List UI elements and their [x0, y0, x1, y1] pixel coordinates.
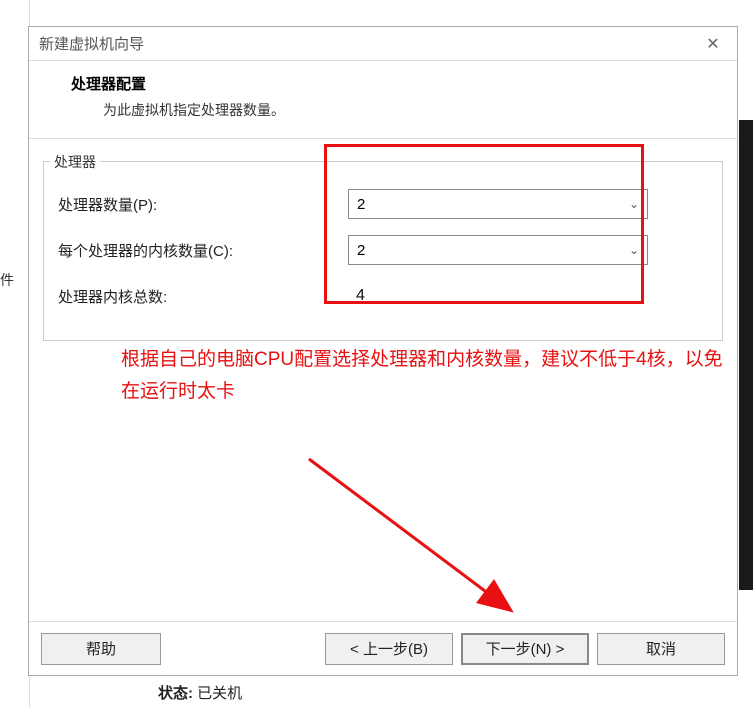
close-icon[interactable]: ✕ [699, 34, 727, 54]
window-title: 新建虚拟机向导 [39, 33, 144, 54]
status-line: 状态: 已关机 [158, 682, 242, 703]
label-total-cores: 处理器内核总数: [58, 286, 348, 307]
background-left-panel: 件 [0, 0, 30, 707]
annotation-arrow-icon [299, 449, 539, 629]
annotation-text: 根据自己的电脑CPU配置选择处理器和内核数量，建议不低于4核，以免在运行时太卡 [121, 344, 737, 409]
titlebar: 新建虚拟机向导 ✕ [29, 27, 737, 61]
row-total-cores: 处理器内核总数: 4 [58, 276, 708, 316]
combo-processor-count-value: 2 [357, 196, 365, 213]
combo-cores-per-processor[interactable]: 2 ⌄ [348, 235, 648, 265]
value-total-cores: 4 [348, 287, 365, 305]
chevron-down-icon: ⌄ [629, 197, 639, 211]
header-subtitle: 为此虚拟机指定处理器数量。 [71, 100, 723, 120]
next-button[interactable]: 下一步(N) > [461, 633, 589, 665]
status-label: 状态: [158, 685, 193, 702]
processor-fieldset: 处理器 处理器数量(P): 2 ⌄ 每个处理器的内核数量(C): 2 ⌄ 处理器… [43, 161, 723, 341]
bg-left-fragment: 件 [0, 270, 14, 290]
label-processor-count: 处理器数量(P): [58, 194, 348, 215]
label-cores-per-processor: 每个处理器的内核数量(C): [58, 240, 348, 261]
header-area: 处理器配置 为此虚拟机指定处理器数量。 [29, 61, 737, 139]
combo-processor-count[interactable]: 2 ⌄ [348, 189, 648, 219]
footer-button-bar: 帮助 < 上一步(B) 下一步(N) > 取消 [29, 621, 737, 675]
help-button[interactable]: 帮助 [41, 633, 161, 665]
wizard-dialog: 新建虚拟机向导 ✕ 处理器配置 为此虚拟机指定处理器数量。 处理器 处理器数量(… [28, 26, 738, 676]
back-button[interactable]: < 上一步(B) [325, 633, 453, 665]
header-title: 处理器配置 [71, 73, 723, 94]
fieldset-legend: 处理器 [50, 152, 100, 172]
row-processor-count: 处理器数量(P): 2 ⌄ [58, 184, 708, 224]
chevron-down-icon: ⌄ [629, 243, 639, 257]
status-value: 已关机 [197, 685, 242, 702]
combo-cores-value: 2 [357, 242, 365, 259]
content-area: 处理器 处理器数量(P): 2 ⌄ 每个处理器的内核数量(C): 2 ⌄ 处理器… [29, 139, 737, 629]
background-right-strip [739, 120, 753, 590]
cancel-button[interactable]: 取消 [597, 633, 725, 665]
row-cores-per-processor: 每个处理器的内核数量(C): 2 ⌄ [58, 230, 708, 270]
